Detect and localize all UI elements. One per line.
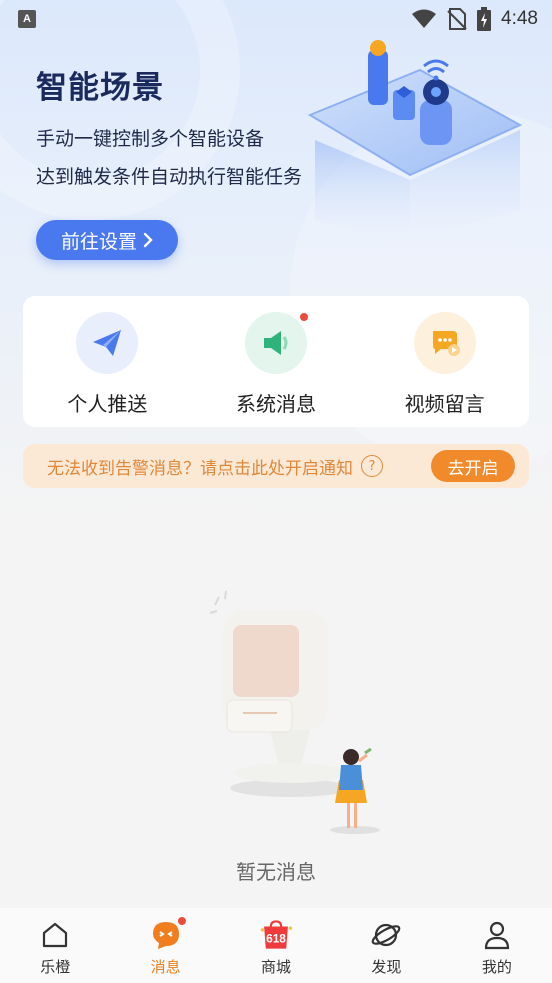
badge-618: 618	[266, 932, 286, 946]
message-category-card: 个人推送 系统消息 视频留言	[23, 296, 529, 427]
tab-mine[interactable]: 我的	[442, 908, 552, 983]
unread-dot	[299, 312, 309, 322]
goto-settings-button[interactable]: 前往设置	[36, 220, 178, 260]
paper-plane-icon	[76, 312, 139, 374]
shopping-bag-618-icon: 618	[259, 918, 293, 952]
clock: 4:48	[501, 8, 538, 29]
goto-settings-label: 前往设置	[60, 230, 137, 253]
tab-label: 乐橙	[40, 958, 71, 976]
chevron-right-icon	[143, 232, 153, 248]
notice-text: 无法收到告警消息？请点击此处开启通知	[47, 458, 353, 479]
hero-title: 智能场景	[36, 70, 164, 106]
help-icon[interactable]: ?	[361, 455, 383, 477]
battery-charging-icon	[477, 7, 492, 31]
unread-dot	[176, 916, 187, 926]
hero-description-line: 达到触发条件自动执行智能任务	[36, 166, 303, 188]
tab-mall[interactable]: 618 商城	[221, 908, 331, 983]
hero-description-line: 手动一键控制多个智能设备	[36, 128, 265, 150]
tab-label: 我的	[481, 958, 512, 976]
category-personal-push[interactable]: 个人推送	[23, 296, 192, 427]
empty-state-illustration	[209, 590, 380, 834]
category-system-message[interactable]: 系统消息	[192, 296, 361, 427]
smart-scene-illustration	[307, 40, 523, 230]
person-icon	[480, 918, 514, 952]
category-video-message[interactable]: 视频留言	[360, 296, 529, 427]
tab-label: 发现	[371, 958, 402, 976]
tab-label: 商城	[261, 958, 292, 976]
empty-state-text: 暂无消息	[236, 860, 316, 884]
tab-messages[interactable]: 消息	[110, 908, 220, 983]
enable-notification-button[interactable]: 去开启	[431, 450, 515, 482]
home-icon	[38, 918, 72, 952]
tab-discover[interactable]: 发现	[331, 908, 441, 983]
bottom-tab-bar: 乐橙 消息 618 商城 发现 我的	[0, 908, 552, 983]
category-label: 个人推送	[67, 392, 148, 416]
chat-bubble-icon	[413, 312, 476, 374]
tab-label: 消息	[150, 958, 181, 976]
planet-icon	[369, 918, 403, 952]
wifi-icon	[412, 9, 437, 28]
message-face-icon	[149, 916, 187, 952]
notification-permission-banner[interactable]: 无法收到告警消息？请点击此处开启通知 ? 去开启	[23, 444, 529, 488]
category-label: 系统消息	[236, 392, 316, 416]
category-label: 视频留言	[404, 392, 485, 416]
speaker-icon	[245, 312, 309, 374]
tab-home[interactable]: 乐橙	[0, 908, 110, 983]
app-notification-icon: A	[18, 10, 36, 28]
no-sim-icon	[447, 8, 467, 30]
